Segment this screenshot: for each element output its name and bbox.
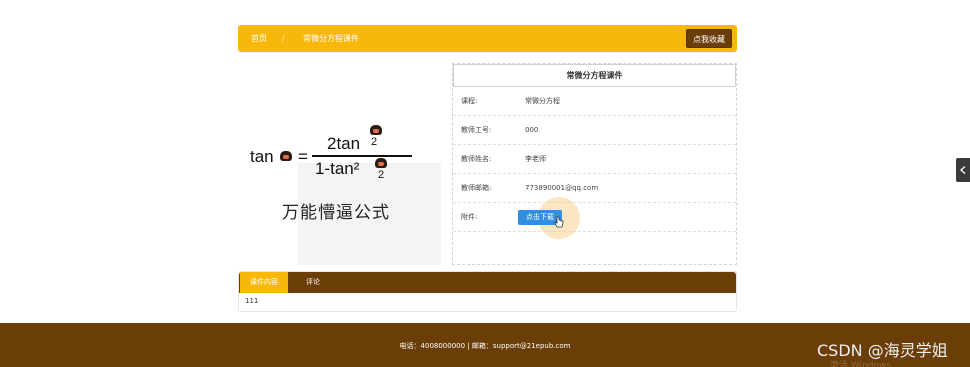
favorite-button[interactable]: 点我收藏 <box>686 29 732 48</box>
windows-activation-watermark: 激活 Windows <box>830 361 892 367</box>
tab-comments[interactable]: 评论 <box>295 272 331 293</box>
detail-label: 教师工号: <box>461 126 492 134</box>
emoji-face-icon <box>280 151 292 161</box>
detail-value: 000 <box>525 126 539 134</box>
side-panel-toggle[interactable] <box>956 158 970 182</box>
emoji-face-icon <box>375 158 387 168</box>
content-tabs: 课件内容 评论 111 <box>238 271 737 312</box>
tab-courseware-content[interactable]: 课件内容 <box>240 272 288 293</box>
formula-numerator: 2tan <box>327 134 361 153</box>
detail-row-attachment: 附件: 点击下载 <box>453 197 736 239</box>
detail-row-teacher-name: 教师姓名: 李老师 <box>453 145 736 174</box>
detail-label: 教师邮箱: <box>461 184 492 192</box>
tab-content-text: 111 <box>245 297 259 305</box>
courseware-detail-panel: 常微分方程课件 课程: 常微分方程 教师工号: 000 教师姓名: 李老师 教师… <box>452 63 737 265</box>
detail-label: 课程: <box>461 97 478 105</box>
detail-label: 教师姓名: <box>461 155 492 163</box>
detail-row-teacher-email: 教师邮箱: 773890001@qq.com <box>453 174 736 203</box>
panel-title: 常微分方程课件 <box>453 64 736 87</box>
breadcrumb-current: 常微分方程课件 <box>303 34 359 43</box>
emoji-face-icon <box>370 125 382 135</box>
breadcrumb-separator: / <box>282 34 285 43</box>
formula-lhs: tan <box>250 147 274 166</box>
detail-row-teacher-id: 教师工号: 000 <box>453 116 736 145</box>
footer: 电话：4008000000 | 邮箱：support@21epub.com CS… <box>0 323 970 367</box>
formula-equals: = <box>298 147 308 166</box>
breadcrumb-home-link[interactable]: 首页 <box>251 25 267 52</box>
formula-denominator: 1-tan² <box>315 159 360 178</box>
breadcrumb-bar: 首页 / 常微分方程课件 点我收藏 <box>238 25 737 52</box>
hand-cursor-icon <box>554 216 564 228</box>
detail-value: 常微分方程 <box>525 97 560 105</box>
chevron-left-icon <box>960 166 966 174</box>
tab-bar: 课件内容 评论 <box>239 272 736 293</box>
courseware-cover-image: tan = 2tan 2 1-tan² 2 万能懵逼公式 <box>238 63 448 265</box>
formula-denominator-sub: 2 <box>378 169 385 181</box>
detail-label: 附件: <box>461 213 478 221</box>
formula-fraction-line <box>312 155 412 157</box>
image-caption: 万能懵逼公式 <box>282 203 390 223</box>
detail-value: 李老师 <box>525 155 546 163</box>
formula-numerator-sub: 2 <box>371 136 378 148</box>
detail-row-course: 课程: 常微分方程 <box>453 87 736 116</box>
